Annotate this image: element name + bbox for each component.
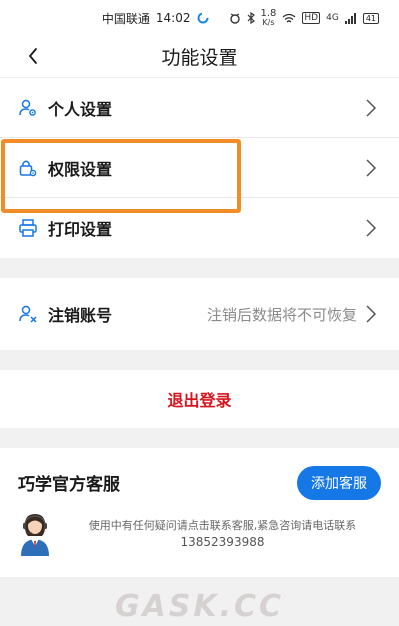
logout-button[interactable]: 退出登录 bbox=[0, 370, 399, 428]
person-remove-icon bbox=[18, 304, 38, 324]
settings-item-label: 打印设置 bbox=[48, 220, 113, 239]
customer-service-info: 使用中有任何疑问请点击联系客服,紧急咨询请电话联系 13852393988 bbox=[18, 511, 381, 557]
section-divider bbox=[0, 258, 399, 278]
settings-item-personal[interactable]: 个人设置 bbox=[0, 78, 399, 138]
customer-service-description: 使用中有任何疑问请点击联系客服,紧急咨询请电话联系 bbox=[88, 519, 357, 532]
status-bar: 中国联通 14:02 1.8 K/s HD 4G 41 bbox=[0, 0, 399, 36]
hd-badge: HD bbox=[302, 12, 321, 24]
lock-gear-icon bbox=[18, 158, 38, 178]
chevron-right-icon bbox=[366, 158, 377, 177]
network-type: 4G bbox=[326, 13, 339, 23]
clock: 14:02 bbox=[155, 11, 191, 25]
customer-service-card: 巧学官方客服 添加客服 使用中有任何疑问请点击联系客服,紧急咨询请电话联系 13… bbox=[0, 448, 399, 577]
chevron-right-icon bbox=[366, 305, 377, 323]
page-title: 功能设置 bbox=[161, 47, 238, 69]
watermark: GASK.CC bbox=[114, 589, 285, 624]
section-divider bbox=[0, 350, 399, 370]
signal-icon bbox=[344, 12, 356, 24]
battery-level: 41 bbox=[365, 13, 376, 23]
section-divider bbox=[0, 428, 399, 448]
add-service-button[interactable]: 添加客服 bbox=[297, 466, 381, 500]
agent-avatar-icon bbox=[18, 511, 52, 557]
deregister-account-label: 注销账号 bbox=[48, 306, 113, 325]
wifi-icon bbox=[282, 13, 296, 22]
settings-item-label: 权限设置 bbox=[48, 159, 113, 179]
settings-item-permission[interactable]: 权限设置 bbox=[0, 138, 399, 198]
settings-item-print[interactable]: 打印设置 bbox=[0, 198, 399, 258]
chevron-right-icon bbox=[366, 98, 377, 117]
net-speed-unit: K/s bbox=[262, 18, 275, 27]
logout-label: 退出登录 bbox=[167, 391, 232, 410]
chevron-right-icon bbox=[366, 219, 377, 237]
header: 功能设置 bbox=[0, 36, 399, 78]
deregister-account-item[interactable]: 注销账号 注销后数据将不可恢复 bbox=[0, 278, 399, 350]
net-speed-value: 1.8 bbox=[260, 8, 277, 19]
account-group: 注销账号 注销后数据将不可恢复 bbox=[0, 278, 399, 350]
customer-service-phone[interactable]: 13852393988 bbox=[64, 534, 381, 550]
person-gear-icon bbox=[18, 98, 38, 118]
carrier-name: 中国联通 bbox=[101, 11, 150, 26]
chevron-left-icon[interactable] bbox=[22, 44, 46, 68]
battery-icon: 41 bbox=[362, 12, 379, 24]
alarm-icon bbox=[229, 13, 240, 24]
sync-icon bbox=[197, 12, 208, 24]
deregister-account-hint: 注销后数据将不可恢复 bbox=[206, 305, 357, 324]
printer-icon bbox=[18, 218, 38, 238]
settings-item-label: 个人设置 bbox=[48, 99, 113, 119]
bluetooth-icon bbox=[247, 12, 255, 24]
settings-group: 个人设置 权限设置 打印设置 bbox=[0, 78, 399, 258]
